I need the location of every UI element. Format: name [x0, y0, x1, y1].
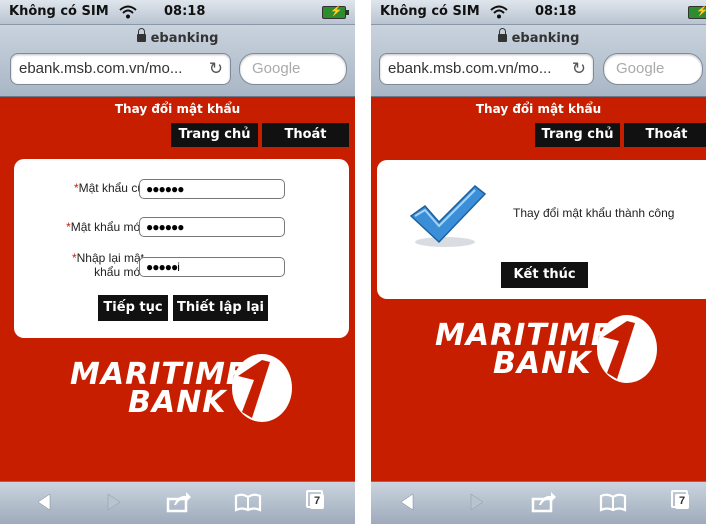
- success-card: Thay đổi mật khẩu thành công Kết thúc: [377, 160, 706, 299]
- status-bar: Không có SIM 08:18 ⚡: [0, 0, 355, 25]
- password-form-card: *Mật khẩu cũ ●●●●●● *Mật khẩu mới ●●●●●●…: [14, 159, 349, 338]
- reload-icon[interactable]: ↻: [572, 59, 586, 79]
- tabs-icon[interactable]: 7: [671, 490, 689, 510]
- tabs-count: 7: [675, 494, 689, 509]
- logo-text-line2: BANK: [128, 385, 227, 420]
- logout-button[interactable]: Thoát: [262, 123, 349, 147]
- url-field[interactable]: ebank.msb.com.vn/mo... ↻: [379, 53, 594, 85]
- battery-icon: ⚡: [322, 6, 349, 19]
- phone-screen-change-password-form: Không có SIM 08:18 ⚡ ebanking ebank.msb.…: [0, 0, 355, 524]
- logo-emblem-icon: [597, 315, 657, 383]
- reload-icon[interactable]: ↻: [209, 59, 223, 79]
- home-button[interactable]: Trang chủ: [535, 123, 620, 147]
- back-icon[interactable]: [397, 491, 417, 513]
- home-button[interactable]: Trang chủ: [171, 123, 258, 147]
- url-text: ebank.msb.com.vn/mo...: [19, 60, 183, 77]
- search-placeholder: Google: [252, 60, 301, 77]
- bookmarks-icon[interactable]: [234, 491, 262, 513]
- maritime-bank-logo: MARITIME BANK: [429, 311, 665, 387]
- clock: 08:18: [164, 4, 206, 19]
- browser-address-bar: ebanking ebank.msb.com.vn/mo... ↻ Google: [371, 25, 706, 97]
- logout-button[interactable]: Thoát: [624, 123, 706, 147]
- page-content: Thay đổi mật khẩu Trang chủ Thoát *Mật k…: [0, 97, 355, 482]
- logo-emblem-icon: [232, 354, 292, 422]
- forward-icon[interactable]: [467, 491, 487, 513]
- confirm-password-field[interactable]: ●●●●●i: [139, 257, 285, 277]
- carrier-label: Không có SIM: [9, 4, 109, 19]
- section-title: Thay đổi mật khẩu: [114, 102, 241, 116]
- forward-icon[interactable]: [104, 491, 124, 513]
- share-icon[interactable]: [166, 491, 192, 513]
- success-message: Thay đổi mật khẩu thành công: [513, 206, 675, 220]
- url-field[interactable]: ebank.msb.com.vn/mo... ↻: [10, 53, 231, 85]
- browser-address-bar: ebanking ebank.msb.com.vn/mo... ↻ Google: [0, 25, 355, 97]
- section-title: Thay đổi mật khẩu: [475, 102, 602, 116]
- tabs-icon[interactable]: 7: [306, 490, 324, 510]
- checkmark-icon: [409, 184, 487, 247]
- page-content: Thay đổi mật khẩu Trang chủ Thoát Thay đ…: [371, 97, 706, 482]
- logo-text-line2: BANK: [493, 346, 592, 381]
- carrier-label: Không có SIM: [380, 4, 480, 19]
- confirm-password-label: *Nhập lại mật khẩu mới: [71, 251, 144, 279]
- tabs-count: 7: [310, 494, 324, 509]
- search-input[interactable]: Google: [603, 53, 703, 85]
- continue-button[interactable]: Tiếp tục: [98, 295, 168, 321]
- lock-icon: [497, 28, 507, 42]
- wifi-icon: [119, 5, 137, 19]
- wifi-icon: [490, 5, 508, 19]
- url-text: ebank.msb.com.vn/mo...: [388, 60, 552, 77]
- old-password-label: *Mật khẩu cũ: [73, 181, 144, 195]
- reset-button[interactable]: Thiết lập lại: [173, 295, 268, 321]
- old-password-field[interactable]: ●●●●●●: [139, 179, 285, 199]
- search-input[interactable]: Google: [239, 53, 347, 85]
- back-icon[interactable]: [34, 491, 54, 513]
- page-title: ebanking: [0, 28, 355, 46]
- maritime-bank-logo: MARITIME BANK: [64, 350, 300, 426]
- status-bar: Không có SIM 08:18 ⚡: [371, 0, 706, 25]
- page-title: ebanking: [371, 28, 706, 46]
- clock: 08:18: [535, 4, 577, 19]
- share-icon[interactable]: [531, 491, 557, 513]
- battery-icon: ⚡: [688, 6, 706, 19]
- search-placeholder: Google: [616, 60, 665, 77]
- lock-icon: [136, 28, 146, 42]
- finish-button[interactable]: Kết thúc: [501, 262, 588, 288]
- browser-toolbar: 7: [371, 481, 706, 524]
- new-password-field[interactable]: ●●●●●●: [139, 217, 285, 237]
- browser-toolbar: 7: [0, 481, 355, 524]
- bookmarks-icon[interactable]: [599, 491, 627, 513]
- new-password-label: *Mật khẩu mới: [66, 220, 144, 234]
- phone-screen-change-password-success: Không có SIM 08:18 ⚡ ebanking ebank.msb.…: [371, 0, 706, 524]
